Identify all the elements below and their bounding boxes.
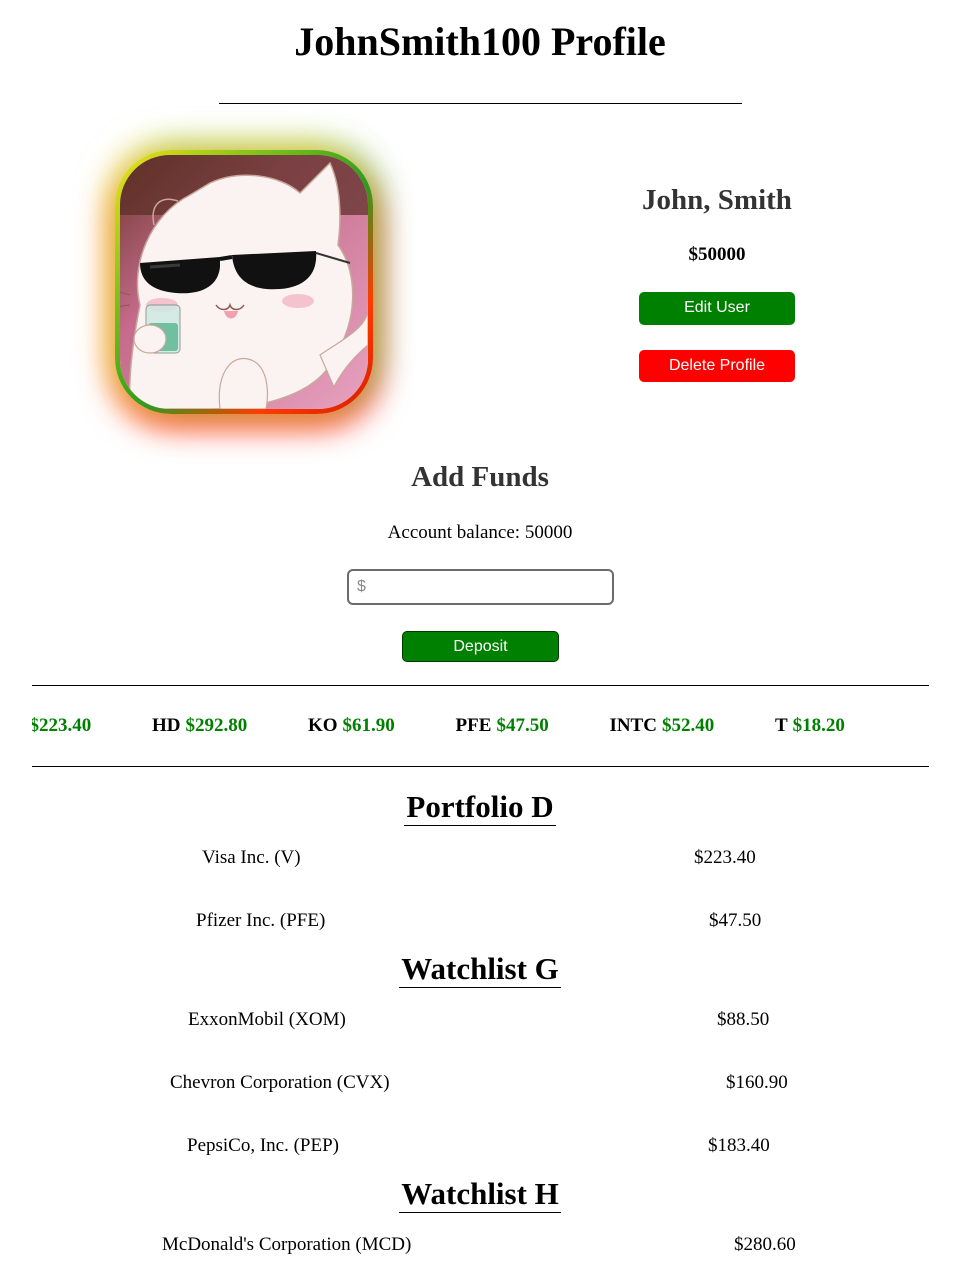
list-item-price: $183.40 bbox=[708, 1135, 770, 1156]
user-balance: $50000 bbox=[688, 244, 746, 265]
ticker-price: $18.20 bbox=[792, 715, 845, 736]
ticker-item: INTC $52.40 bbox=[609, 706, 714, 746]
ticker-symbol: HD bbox=[151, 715, 181, 736]
deposit-amount-input[interactable] bbox=[347, 569, 614, 605]
list-item-name[interactable]: ExxonMobil (XOM) bbox=[188, 1007, 346, 1033]
deposit-button[interactable]: Deposit bbox=[402, 631, 559, 662]
ticker-item: T $18.20 bbox=[775, 706, 845, 746]
list-item-name[interactable]: Pfizer Inc. (PFE) bbox=[196, 908, 325, 934]
ticker-price: $47.50 bbox=[496, 715, 549, 736]
list-item-price: $47.50 bbox=[709, 910, 762, 931]
list-title: Watchlist G bbox=[0, 951, 960, 988]
list-title-text: Watchlist G bbox=[399, 951, 561, 988]
ticker-price: $52.40 bbox=[661, 715, 715, 736]
ticker-symbol: T bbox=[774, 715, 788, 736]
ticker-price: $61.90 bbox=[342, 715, 395, 736]
delete-profile-button[interactable]: Delete Profile bbox=[639, 350, 795, 382]
ticker-price: $223.40 bbox=[32, 715, 92, 736]
page-title: JohnSmith100 Profile bbox=[294, 19, 666, 64]
ticker-price: $292.80 bbox=[185, 715, 248, 736]
ticker-track: 00 V$223.40 HD$292.80 KO$61.90 PFE$47.50… bbox=[32, 706, 901, 746]
list-item-name[interactable]: McDonald's Corporation (MCD) bbox=[162, 1232, 411, 1258]
list-title: Portfolio D bbox=[0, 789, 960, 826]
list-title-text: Portfolio D bbox=[404, 789, 556, 826]
ticker-symbol: INTC bbox=[609, 715, 657, 736]
avatar bbox=[115, 150, 373, 414]
stock-ticker: 00 V$223.40 HD$292.80 KO$61.90 PFE$47.50… bbox=[32, 706, 929, 746]
ticker-item: KO $61.90 bbox=[308, 706, 395, 746]
list-item-price: $223.40 bbox=[694, 847, 756, 868]
ticker-symbol: PFE bbox=[455, 715, 492, 736]
list-item-price: $88.50 bbox=[717, 1009, 770, 1030]
title-divider bbox=[219, 103, 742, 104]
list-title-text: Watchlist H bbox=[399, 1176, 561, 1213]
ticker-top-divider bbox=[32, 685, 929, 686]
ticker-item: V$223.40 bbox=[32, 706, 91, 746]
list-item-name[interactable]: PepsiCo, Inc. (PEP) bbox=[187, 1133, 339, 1159]
sunglasses-cat-avatar-icon bbox=[120, 155, 368, 409]
ticker-symbol: KO bbox=[307, 715, 338, 736]
list-item-name[interactable]: Chevron Corporation (CVX) bbox=[170, 1070, 390, 1096]
list-item-price: $160.90 bbox=[726, 1072, 788, 1093]
edit-user-button[interactable]: Edit User bbox=[639, 292, 795, 325]
list-item-price: $280.60 bbox=[734, 1234, 796, 1255]
ticker-item: HD $292.80 bbox=[152, 706, 247, 746]
ticker-bottom-divider bbox=[32, 766, 929, 767]
list-title: Watchlist H bbox=[0, 1176, 960, 1213]
ticker-item: PFE $47.50 bbox=[456, 706, 549, 746]
list-item-name[interactable]: Visa Inc. (V) bbox=[202, 845, 301, 871]
add-funds-title: Add Funds bbox=[411, 461, 549, 493]
user-full-name: John, Smith bbox=[642, 184, 792, 216]
account-balance-text: Account balance: 50000 bbox=[387, 522, 573, 543]
